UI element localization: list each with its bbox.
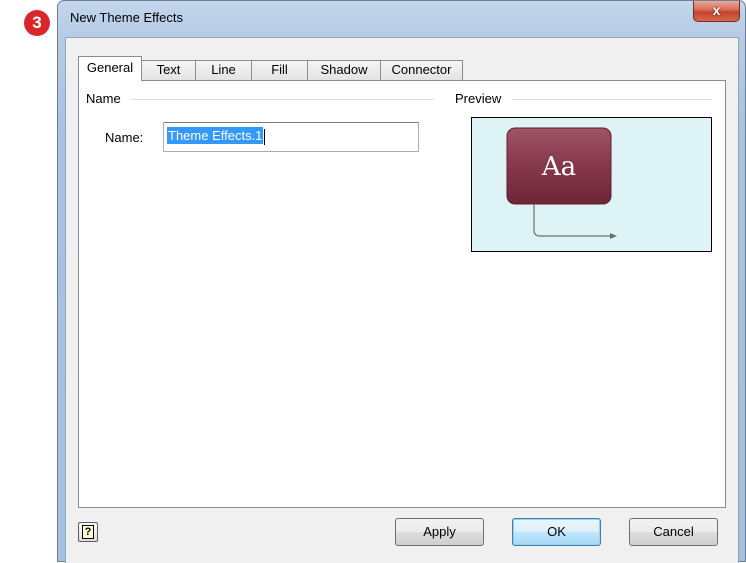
name-input-value: Theme Effects.1 bbox=[167, 127, 264, 144]
tab-fill[interactable]: Fill bbox=[251, 60, 308, 80]
tab-general[interactable]: General bbox=[78, 56, 142, 81]
tab-text[interactable]: Text bbox=[141, 60, 196, 80]
preview-connector bbox=[533, 204, 610, 237]
name-group-divider bbox=[131, 99, 434, 100]
dialog-window: New Theme Effects x General Text Line Fi… bbox=[57, 0, 746, 563]
name-input[interactable]: Theme Effects.1 bbox=[163, 122, 419, 152]
connector-arrowhead bbox=[610, 233, 617, 239]
help-button[interactable]: ? bbox=[78, 522, 98, 542]
preview-group-divider bbox=[512, 99, 712, 100]
ok-button[interactable]: OK bbox=[512, 518, 601, 546]
apply-button[interactable]: Apply bbox=[395, 518, 484, 546]
tab-line[interactable]: Line bbox=[195, 60, 252, 80]
general-tab-panel: Name Name: Theme Effects.1 Preview Aa bbox=[78, 80, 726, 508]
dialog-client-area: General Text Line Fill Shadow Connector … bbox=[65, 37, 739, 563]
step-number-badge: 3 bbox=[24, 10, 50, 36]
preview-sample-text: Aa bbox=[541, 152, 576, 182]
tab-connector[interactable]: Connector bbox=[380, 60, 463, 80]
dialog-title: New Theme Effects bbox=[70, 10, 183, 25]
preview-graphic: Aa bbox=[506, 127, 617, 239]
name-group-label: Name bbox=[86, 91, 125, 106]
theme-effects-preview: Aa bbox=[471, 117, 712, 252]
preview-group-label: Preview bbox=[455, 91, 506, 106]
text-caret bbox=[264, 128, 266, 145]
close-button[interactable]: x bbox=[693, 1, 740, 22]
cancel-button[interactable]: Cancel bbox=[629, 518, 718, 546]
title-bar[interactable]: New Theme Effects x bbox=[58, 1, 745, 37]
help-icon: ? bbox=[82, 525, 94, 539]
name-field-label: Name: bbox=[105, 130, 144, 145]
tab-shadow[interactable]: Shadow bbox=[307, 60, 381, 80]
